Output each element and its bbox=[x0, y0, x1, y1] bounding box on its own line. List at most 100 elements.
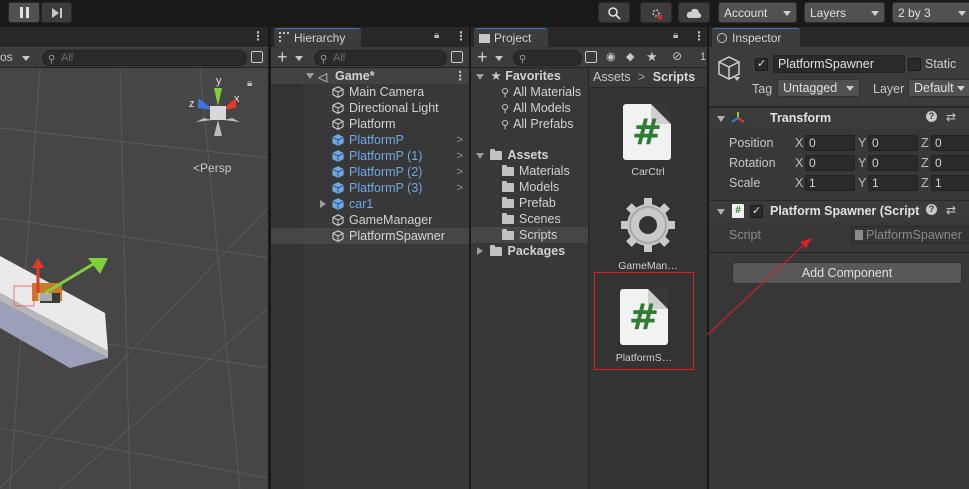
hierarchy-item[interactable]: PlatformP (1) > bbox=[271, 148, 469, 164]
axis-y-label[interactable]: Y bbox=[858, 176, 866, 190]
axis-z-label[interactable]: Z bbox=[921, 176, 929, 190]
folder-item[interactable]: Models bbox=[471, 179, 588, 195]
z-field[interactable]: 1 bbox=[931, 175, 969, 191]
file-item-platformspawner[interactable]: # PlatformS… bbox=[594, 272, 694, 370]
x-field[interactable]: 1 bbox=[805, 175, 855, 191]
x-field[interactable]: 0 bbox=[805, 135, 855, 151]
hierarchy-item[interactable]: car1 bbox=[271, 196, 469, 212]
search-by-type-icon[interactable] bbox=[585, 51, 597, 63]
x-field[interactable]: 0 bbox=[805, 155, 855, 171]
filter-by-label-icon[interactable]: ◆ bbox=[626, 50, 634, 63]
chevron-right-icon[interactable]: > bbox=[457, 164, 463, 180]
folder-item[interactable]: Scripts bbox=[471, 227, 588, 243]
axis-x-label[interactable]: X bbox=[795, 176, 803, 190]
tag-dropdown[interactable]: Untagged bbox=[777, 79, 860, 97]
help-icon[interactable]: ? bbox=[926, 204, 937, 215]
axis-y-label[interactable]: Y bbox=[858, 156, 866, 170]
tab-hierarchy[interactable]: Hierarchy bbox=[274, 28, 361, 47]
axis-z-label[interactable]: Z bbox=[921, 136, 929, 150]
shading-mode-dropdown[interactable]: os bbox=[0, 50, 13, 64]
hierarchy-item[interactable]: GameManager bbox=[271, 212, 469, 228]
help-icon[interactable]: ? bbox=[926, 111, 937, 122]
favorite-star-icon[interactable]: ★ bbox=[646, 49, 658, 65]
hierarchy-item[interactable]: Platform bbox=[271, 116, 469, 132]
presets-icon[interactable]: ⇄ bbox=[946, 110, 956, 124]
presets-icon[interactable]: ⇄ bbox=[946, 203, 956, 217]
more-options-icon[interactable]: ⋮ bbox=[252, 29, 264, 43]
account-dropdown[interactable]: Account bbox=[718, 2, 797, 23]
axis-z-label[interactable]: Z bbox=[921, 156, 929, 170]
breadcrumb-assets[interactable]: Assets bbox=[593, 70, 631, 84]
tab-inspector[interactable]: Inspector bbox=[712, 28, 800, 47]
y-field[interactable]: 0 bbox=[868, 135, 918, 151]
favorite-item[interactable]: ⚲ All Prefabs bbox=[501, 116, 574, 132]
folder-item[interactable]: Materials bbox=[471, 163, 588, 179]
y-field[interactable]: 0 bbox=[868, 155, 918, 171]
favorite-item[interactable]: ⚲ All Materials bbox=[501, 84, 581, 100]
favorites-row[interactable]: ★ Favorites bbox=[471, 68, 561, 84]
search-filter-icon[interactable] bbox=[251, 51, 263, 63]
cloud-button[interactable] bbox=[678, 2, 710, 23]
collapsed-arrow-icon[interactable] bbox=[320, 200, 326, 208]
chevron-right-icon[interactable]: > bbox=[457, 180, 463, 196]
object-name-field[interactable]: PlatformSpawner bbox=[773, 55, 905, 73]
script-component-header[interactable]: # Platform Spawner (Script ? ⇄ bbox=[709, 200, 969, 222]
more-options-icon[interactable]: ⋮ bbox=[693, 29, 705, 43]
assets-row[interactable]: Assets bbox=[471, 147, 548, 163]
hierarchy-search-input[interactable]: ⚲ All bbox=[314, 50, 447, 66]
add-component-button[interactable]: Add Component bbox=[732, 262, 962, 284]
transform-header[interactable]: Transform ? ⇄ bbox=[709, 107, 969, 129]
hierarchy-item[interactable]: PlatformP (2) > bbox=[271, 164, 469, 180]
chevron-right-icon[interactable]: > bbox=[457, 148, 463, 164]
axis-x-label[interactable]: X bbox=[795, 136, 803, 150]
lock-icon[interactable]: 🔒︎ bbox=[247, 78, 252, 89]
tab-project[interactable]: Project bbox=[474, 28, 548, 47]
add-icon[interactable]: + bbox=[477, 47, 488, 68]
z-field[interactable]: 0 bbox=[931, 155, 969, 171]
search-filter-icon[interactable] bbox=[451, 51, 463, 63]
hierarchy-item[interactable]: PlatformP (3) > bbox=[271, 180, 469, 196]
scene-root-row[interactable]: ◁ Game* ⋮ bbox=[271, 68, 469, 84]
collab-button[interactable] bbox=[640, 2, 672, 23]
pause-button[interactable] bbox=[8, 2, 40, 23]
file-item-gamemanager[interactable]: GameMan… bbox=[599, 186, 697, 282]
scene-search-input[interactable]: ⚲ All bbox=[42, 50, 247, 66]
more-options-icon[interactable]: ⋮ bbox=[454, 68, 467, 84]
lock-icon[interactable]: 🔒︎ bbox=[673, 30, 678, 41]
chevron-down-icon[interactable] bbox=[495, 56, 503, 61]
orientation-gizmo[interactable]: y z x bbox=[186, 76, 248, 148]
layer-dropdown[interactable]: Default bbox=[908, 79, 969, 97]
layers-dropdown[interactable]: Layers bbox=[804, 2, 885, 23]
y-field[interactable]: 1 bbox=[868, 175, 918, 191]
axis-x-label[interactable]: X bbox=[795, 156, 803, 170]
static-checkbox[interactable] bbox=[908, 58, 921, 71]
filter-by-type-icon[interactable]: ◉ bbox=[606, 50, 616, 63]
packages-row[interactable]: Packages bbox=[471, 243, 565, 259]
more-options-icon[interactable]: ⋮ bbox=[455, 29, 467, 43]
layout-dropdown[interactable]: 2 by 3 bbox=[892, 2, 969, 23]
script-object-field[interactable]: PlatformSpawner bbox=[851, 226, 969, 244]
folder-item[interactable]: Scenes bbox=[471, 211, 588, 227]
hidden-packages-icon[interactable]: ⊘ bbox=[672, 49, 682, 63]
active-checkbox[interactable] bbox=[755, 57, 768, 71]
z-field[interactable]: 0 bbox=[931, 135, 969, 151]
step-button[interactable] bbox=[41, 2, 72, 23]
chevron-right-icon[interactable]: > bbox=[457, 132, 463, 148]
axis-y-label[interactable]: Y bbox=[858, 136, 866, 150]
chevron-down-icon[interactable] bbox=[295, 56, 303, 61]
lock-icon[interactable]: 🔒︎ bbox=[434, 30, 439, 41]
component-enabled-checkbox[interactable] bbox=[750, 204, 763, 218]
search-button[interactable] bbox=[598, 2, 630, 23]
file-item-carctrl[interactable]: # CarCtrl bbox=[599, 90, 697, 186]
hierarchy-item[interactable]: Directional Light bbox=[271, 100, 469, 116]
hierarchy-item[interactable]: Main Camera bbox=[271, 84, 469, 100]
favorite-item[interactable]: ⚲ All Models bbox=[501, 100, 571, 116]
persp-label[interactable]: <Persp bbox=[193, 161, 231, 175]
chevron-down-icon[interactable] bbox=[734, 77, 740, 81]
project-search-input[interactable]: ⚲ bbox=[513, 50, 582, 66]
breadcrumb-scripts[interactable]: Scripts bbox=[653, 70, 695, 84]
hierarchy-item[interactable]: PlatformP > bbox=[271, 132, 469, 148]
folder-item[interactable]: Prefab bbox=[471, 195, 588, 211]
chevron-down-icon[interactable] bbox=[22, 56, 30, 61]
hierarchy-item[interactable]: PlatformSpawner bbox=[271, 228, 469, 244]
